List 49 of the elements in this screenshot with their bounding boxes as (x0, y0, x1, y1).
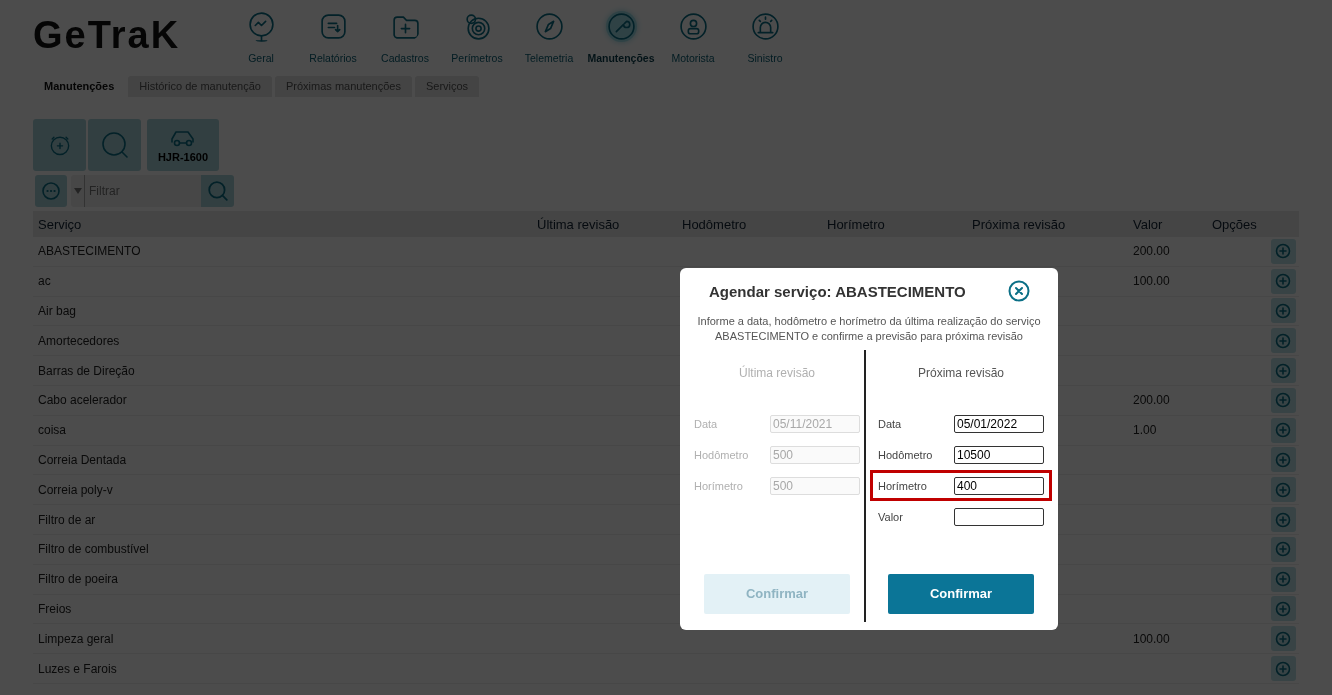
column-header: Próxima revisão (971, 216, 1067, 232)
table-cell-text: Correia Dentada (37, 452, 128, 467)
table-cell-text: Limpeza geral (37, 631, 115, 646)
input-field[interactable]: 05/01/2022 (954, 414, 1044, 433)
table-cell-text: Amortecedores (37, 333, 121, 348)
logo: GeTraK (33, 14, 182, 57)
section-heading: Próxima revisão (917, 366, 1005, 380)
table-cell-text: Air bag (37, 304, 78, 318)
column-header: Valor (1132, 216, 1164, 232)
input-field[interactable] (954, 507, 1044, 526)
dialog-title: Agendar serviço: ABASTECIMENTO (709, 282, 966, 300)
table-cell-text: coisa (37, 423, 67, 438)
input-field[interactable]: 10500 (954, 445, 1044, 464)
table-cell-text: Freios (37, 601, 73, 616)
table-cell-text: 100.00 (1132, 631, 1171, 646)
table-cell-text: Filtro de poeira (37, 572, 120, 587)
table-cell-text: 1.00 (1132, 423, 1158, 438)
table-cell-text: 200.00 (1132, 244, 1171, 259)
field-label: Hodômetro (878, 448, 933, 461)
column-header: Opções (1211, 216, 1258, 232)
close-button[interactable] (1008, 280, 1030, 302)
field-label: Horímetro (694, 479, 743, 492)
field-label: Hodômetro (694, 448, 749, 461)
field-label: Data (878, 417, 902, 430)
table-cell-text: 100.00 (1132, 274, 1171, 289)
table-cell-text: 200.00 (1132, 393, 1171, 408)
input-field: 500 (770, 445, 860, 464)
table-cell-text: Correia poly-v (37, 482, 114, 497)
input-field: 500 (770, 476, 860, 495)
table-cell-text: Barras de Direção (37, 363, 136, 378)
table-cell-text: Filtro de ar (37, 512, 97, 527)
table-cell-text: Luzes e Farois (37, 661, 118, 676)
field-label: Data (694, 417, 718, 430)
input-field[interactable]: 400 (954, 476, 1044, 495)
section-heading: Última revisão (738, 366, 816, 380)
table-cell-text: Cabo acelerador (37, 393, 128, 408)
column-header: Hodômetro (681, 216, 748, 232)
confirm-button[interactable]: Confirmar (888, 574, 1034, 614)
close-icon (1008, 280, 1030, 302)
field-label: Valor (878, 510, 903, 523)
field-label: Horímetro (878, 479, 927, 492)
table-cell-text: ac (37, 274, 52, 289)
column-header: Última revisão (536, 216, 621, 232)
column-header: Serviço (37, 216, 83, 232)
column-header: Horímetro (826, 216, 886, 232)
table-cell-text: ABASTECIMENTO (37, 244, 142, 259)
dialog-description: Informe a data, hodômetro e horímetro da última realização do serviço ABASTECIMENTO e confirme a previsão para próxima revisão (696, 314, 1042, 344)
table-cell-text: Filtro de combustível (37, 542, 150, 557)
input-field: 05/11/2021 (770, 414, 860, 433)
